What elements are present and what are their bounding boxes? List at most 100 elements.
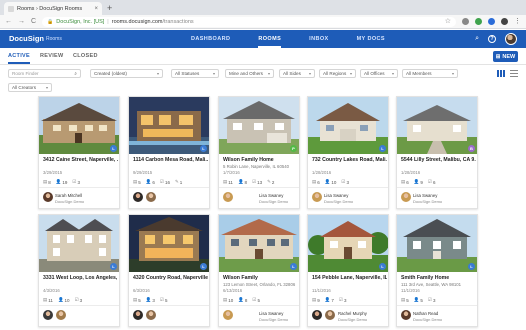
member-avatar[interactable]	[133, 310, 143, 320]
member-avatar[interactable]	[401, 310, 411, 320]
people-count: 👤 19	[56, 179, 68, 185]
card-divider	[39, 187, 119, 188]
room-card[interactable]: L 732 Country Lakes Road, Mali... 1/28/2…	[307, 96, 389, 209]
room-finder-input[interactable]: Room Finder ⌕	[8, 69, 81, 78]
close-icon[interactable]: ×	[94, 6, 98, 12]
plus-icon: ⊞	[495, 53, 501, 60]
room-members	[401, 310, 411, 320]
room-members	[43, 310, 66, 320]
extension-icon[interactable]	[488, 18, 495, 25]
room-title[interactable]: 3412 Caine Street, Naperville, ...	[43, 157, 118, 163]
room-title[interactable]: Smith Family Home	[401, 275, 476, 281]
people-count: 👤 8	[238, 179, 247, 185]
tasks-value: 3	[77, 179, 80, 185]
offices-filter[interactable]: All Offices ▾	[360, 69, 398, 78]
room-stats: ▤ 11 👤 8 ☑ 13 ✎ 2	[223, 179, 274, 185]
ownership-filter[interactable]: Mine and Others ▾	[225, 69, 274, 78]
member-avatar[interactable]	[312, 192, 322, 202]
tab-active[interactable]: ACTIVE	[8, 53, 30, 64]
list-view-icon[interactable]	[510, 70, 518, 77]
nav-dashboard[interactable]: DASHBOARD	[191, 30, 230, 48]
room-photo	[397, 215, 477, 272]
browser-menu-icon[interactable]: ⋮	[514, 18, 521, 25]
grid-view-icon[interactable]	[497, 70, 505, 77]
new-tab-button[interactable]: +	[107, 3, 112, 13]
room-card[interactable]: L 4320 Country Road, Naperville, ... 6/3…	[128, 214, 210, 327]
extension-icon[interactable]	[475, 18, 482, 25]
nav-inbox[interactable]: INBOX	[309, 30, 328, 48]
member-avatar[interactable]	[312, 310, 322, 320]
room-title[interactable]: 5544 Lilly Street, Malibu, CA 9...	[401, 157, 476, 163]
nav-my-docs[interactable]: MY DOCS	[357, 30, 385, 48]
member-avatar[interactable]	[325, 310, 335, 320]
regions-filter[interactable]: All Regions ▾	[319, 69, 356, 78]
tab-review[interactable]: REVIEW	[40, 53, 64, 59]
creators-filter[interactable]: All Creators ▾	[8, 83, 52, 92]
member-avatar[interactable]	[133, 192, 143, 202]
view-toggle	[497, 70, 518, 77]
nav-rooms[interactable]: ROOMS	[258, 30, 282, 48]
side-badge: L	[468, 263, 475, 270]
search-icon[interactable]: ⌕	[475, 33, 479, 45]
member-avatar[interactable]	[223, 310, 233, 320]
room-card[interactable]: L Smith Family Home 111 3rd Ave, Seattle…	[396, 214, 478, 327]
chevron-down-icon: ▾	[308, 71, 311, 76]
reload-icon[interactable]: C	[31, 17, 36, 27]
tab-closed[interactable]: CLOSED	[73, 53, 98, 59]
member-avatar[interactable]	[43, 192, 53, 202]
document-icon: ▤	[133, 297, 138, 302]
people-count: 👤 8	[238, 297, 247, 303]
status-filter[interactable]: All Statuses ▾	[171, 69, 219, 78]
new-room-button[interactable]: ⊞ NEW	[493, 51, 518, 62]
task-icon: ☑	[427, 179, 432, 184]
docusign-logo[interactable]: DocuSign	[9, 34, 44, 43]
help-icon[interactable]: ?	[488, 35, 496, 43]
side-badge: P	[290, 145, 297, 152]
sort-select[interactable]: Created (oldest) ▾	[90, 69, 163, 78]
member-avatar[interactable]	[401, 192, 411, 202]
bookmark-star-icon[interactable]: ☆	[445, 17, 451, 27]
tasks-count: ☑ 3	[75, 297, 83, 303]
documents-count: ▤ 8	[43, 179, 51, 185]
room-title[interactable]: 154 Pebble Lane, Naperville, IL...	[312, 275, 387, 281]
room-title[interactable]: Wilson Family Home	[223, 157, 298, 163]
room-card[interactable]: P Wilson Family Home 5 Robin Lane, Naper…	[218, 96, 300, 209]
room-title[interactable]: 3331 West Loop, Los Angeles, ...	[43, 275, 118, 281]
back-icon[interactable]: ←	[5, 17, 12, 27]
task-icon: ☑	[159, 179, 164, 184]
extension-icon[interactable]	[462, 18, 469, 25]
member-avatar[interactable]	[56, 310, 66, 320]
room-title[interactable]: Wilson Family	[223, 275, 298, 281]
sides-filter[interactable]: All Sides ▾	[279, 69, 315, 78]
room-title[interactable]: 1114 Carbon Mesa Road, Mali...	[133, 157, 208, 163]
tasks-value: 3	[79, 297, 83, 303]
forward-icon[interactable]: →	[18, 17, 25, 27]
room-card[interactable]: L 3412 Caine Street, Naperville, ... 3/2…	[38, 96, 120, 209]
task-icon: ☑	[341, 179, 346, 184]
extension-icon[interactable]	[501, 18, 508, 25]
task-icon: ☑	[252, 297, 257, 302]
room-card[interactable]: L 1114 Carbon Mesa Road, Mali... 9/29/20…	[128, 96, 210, 209]
agent-info: Rachel Murphy DocuSign Demo	[338, 311, 367, 322]
member-avatar[interactable]	[146, 192, 156, 202]
room-card[interactable]: L Wilson Family 123 Lemon Street, Orland…	[218, 214, 300, 327]
room-stats: ▤ 9 👤 7 ☑ 3	[312, 297, 346, 303]
side-badge: L	[200, 263, 207, 270]
room-card[interactable]: B 5544 Lilly Street, Malibu, CA 9... 1/2…	[396, 96, 478, 209]
room-card[interactable]: L 3331 West Loop, Los Angeles, ... 4/3/2…	[38, 214, 120, 327]
url-path: /transactions	[162, 18, 194, 25]
member-avatar[interactable]	[146, 310, 156, 320]
url-field[interactable]: 🔒 DocuSign, Inc. [US] | rooms.docusign.c…	[42, 16, 456, 27]
task-icon: ☑	[72, 179, 77, 184]
people-value: 10	[64, 297, 70, 303]
member-avatar[interactable]	[43, 310, 53, 320]
member-avatar[interactable]	[223, 192, 233, 202]
document-icon: ▤	[43, 179, 48, 184]
tasks-value: 13	[257, 179, 263, 185]
room-card[interactable]: L 154 Pebble Lane, Naperville, IL... 11/…	[307, 214, 389, 327]
user-avatar[interactable]	[505, 33, 517, 45]
members-filter[interactable]: All Members ▾	[402, 69, 458, 78]
room-title[interactable]: 732 Country Lakes Road, Mali...	[312, 157, 387, 163]
browser-tab[interactable]: Rooms › DocuSign Rooms ×	[4, 2, 102, 15]
room-title[interactable]: 4320 Country Road, Naperville, ...	[133, 275, 208, 281]
